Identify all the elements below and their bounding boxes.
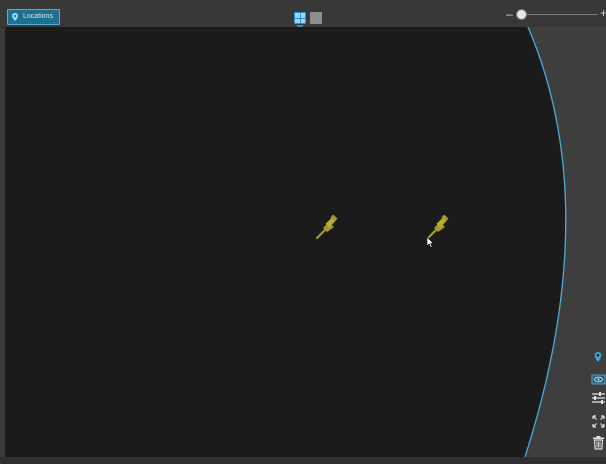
map-pin-icon [12,13,18,21]
expand-icon [592,415,605,428]
zoom-slider-track[interactable] [516,14,598,15]
locations-tab-label: Locations [23,13,53,20]
sliders-icon [592,392,605,404]
map-view[interactable] [5,27,606,457]
status-bar [0,457,606,464]
trash-icon [593,436,604,450]
zoom-in-button[interactable]: + [600,7,606,19]
fit-to-view-button[interactable] [591,414,606,429]
locations-tab[interactable]: Locations [7,9,60,25]
top-toolbar: Locations – + [0,0,606,29]
map-pin-icon [594,352,602,362]
mouse-cursor-icon [427,237,435,248]
filter-settings-button[interactable] [591,390,606,405]
delete-button[interactable] [591,435,606,450]
map-window: Locations – + [0,0,606,464]
globe-surface [5,27,566,457]
eye-icon [591,374,606,385]
zoom-out-button[interactable]: – [506,8,513,20]
view-mode-toggle [294,12,322,24]
zoom-slider-thumb[interactable] [517,10,526,19]
location-pin-1[interactable] [314,215,340,241]
visibility-button[interactable] [591,372,606,387]
globe-canvas[interactable] [5,27,606,457]
pushpin-icon [315,215,338,240]
pushpin-icon [426,215,449,240]
grid-view-icon[interactable] [294,12,306,24]
single-view-icon[interactable] [310,12,322,24]
location-marker-button[interactable] [591,350,606,365]
